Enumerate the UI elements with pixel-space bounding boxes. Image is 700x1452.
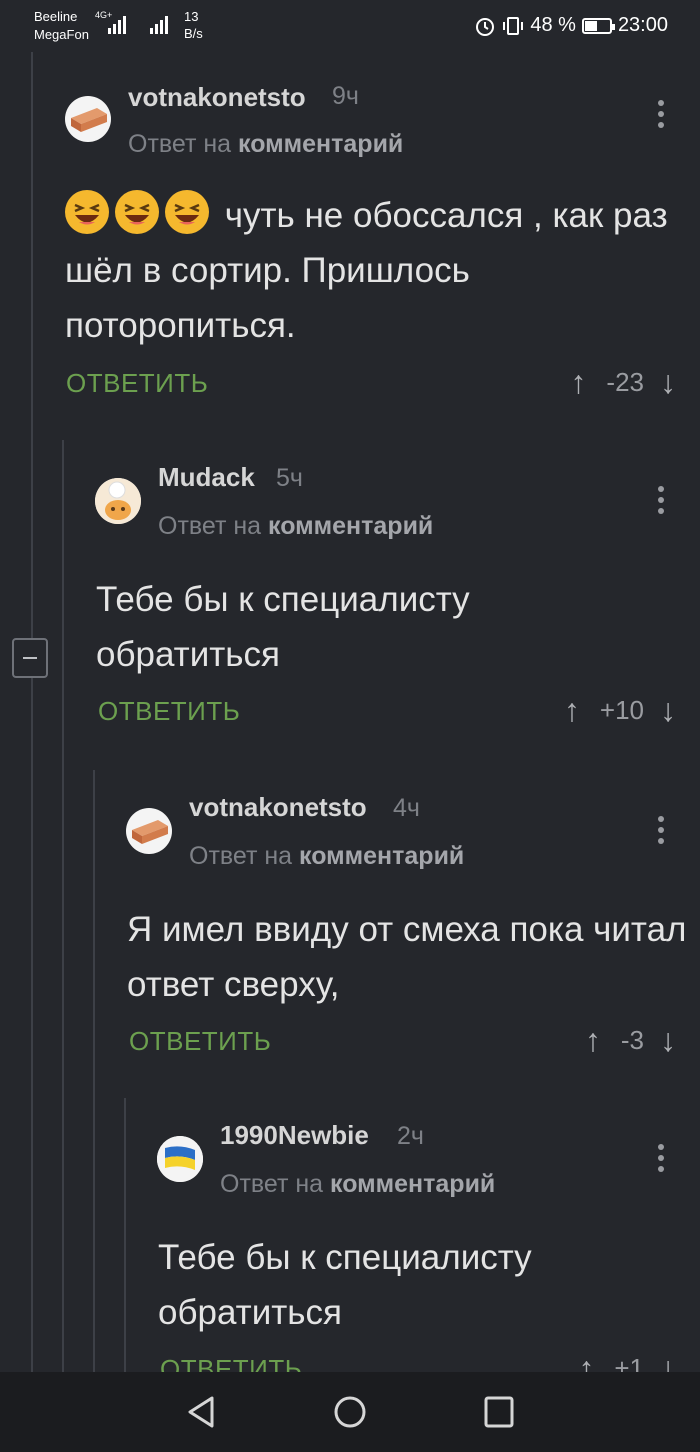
username[interactable]: votnakonetsto bbox=[189, 792, 367, 823]
upvote-arrow-icon[interactable]: ↑ bbox=[570, 364, 586, 401]
cat-chef-avatar-icon bbox=[95, 478, 141, 524]
thread-rail bbox=[124, 1098, 126, 1372]
thread-rail bbox=[31, 52, 33, 1372]
comment: 1990Newbie 2ч Ответ на комментарий Тебе … bbox=[142, 1098, 700, 1372]
username[interactable]: 1990Newbie bbox=[220, 1120, 369, 1151]
vote-controls: ↑ +1 ↓ bbox=[578, 1350, 676, 1372]
carrier-2: MegaFon bbox=[34, 27, 89, 42]
upvote-arrow-icon[interactable]: ↑ bbox=[585, 1022, 601, 1059]
brick-avatar-icon bbox=[132, 820, 168, 844]
reply-to-info[interactable]: Ответ на комментарий bbox=[158, 512, 433, 541]
comment-time: 4ч bbox=[393, 794, 420, 822]
system-nav-bar bbox=[0, 1372, 700, 1452]
username[interactable]: votnakonetsto bbox=[128, 82, 306, 113]
comment-text: чуть не обоссался , как раз шёл в сортир… bbox=[65, 188, 685, 353]
comment-time: 2ч bbox=[397, 1122, 424, 1150]
comment-score: +10 bbox=[599, 695, 644, 725]
network-speed: 13 B/s bbox=[184, 9, 203, 41]
comment-time: 9ч bbox=[332, 82, 359, 110]
status-bar: Beeline MegaFon 4G+ 13 B/s 48 % 23:00 bbox=[0, 0, 700, 52]
home-icon[interactable] bbox=[332, 1394, 368, 1430]
downvote-arrow-icon[interactable]: ↓ bbox=[660, 692, 676, 729]
laughing-emoji-icon bbox=[165, 190, 209, 234]
downvote-arrow-icon[interactable]: ↓ bbox=[660, 364, 676, 401]
vote-controls: ↑ -3 ↓ bbox=[585, 1022, 676, 1059]
more-options-icon[interactable] bbox=[658, 486, 664, 519]
reply-to-info[interactable]: Ответ на комментарий bbox=[220, 1170, 495, 1199]
vibrate-icon bbox=[503, 16, 524, 35]
user-avatar[interactable] bbox=[65, 96, 111, 142]
carrier-names: Beeline MegaFon bbox=[34, 8, 89, 44]
reply-to-info[interactable]: Ответ на комментарий bbox=[128, 130, 403, 159]
thread-rail bbox=[62, 440, 64, 1372]
upvote-arrow-icon[interactable]: ↑ bbox=[564, 692, 580, 729]
user-avatar[interactable] bbox=[126, 808, 172, 854]
vote-controls: ↑ -23 ↓ bbox=[570, 364, 676, 401]
comment-text: Тебе бы к специалисту обратиться bbox=[96, 580, 470, 674]
carrier-1: Beeline bbox=[34, 9, 78, 24]
recent-apps-icon[interactable] bbox=[482, 1394, 516, 1430]
brick-avatar-icon bbox=[71, 108, 107, 132]
alarm-icon bbox=[476, 17, 495, 36]
reply-button[interactable]: ОТВЕТИТЬ bbox=[129, 1026, 271, 1057]
ukraine-flag-avatar-icon bbox=[157, 1136, 203, 1182]
reply-button[interactable]: ОТВЕТИТЬ bbox=[98, 696, 240, 727]
signal-icon bbox=[108, 16, 126, 34]
downvote-arrow-icon[interactable]: ↓ bbox=[660, 1022, 676, 1059]
reply-button[interactable]: ОТВЕТИТЬ bbox=[66, 368, 208, 399]
more-options-icon[interactable] bbox=[658, 1144, 664, 1177]
reply-button[interactable]: ОТВЕТИТЬ bbox=[160, 1354, 302, 1372]
comment: votnakonetsto 4ч Ответ на комментарий Я … bbox=[111, 770, 700, 1090]
user-avatar[interactable] bbox=[95, 478, 141, 524]
comment-score: -3 bbox=[620, 1025, 644, 1055]
status-right: 48 % 23:00 bbox=[474, 14, 668, 37]
comment-text: Я имел ввиду от смеха пока читал ответ с… bbox=[127, 910, 687, 1004]
comment-score: +1 bbox=[614, 1353, 644, 1372]
collapse-thread-button[interactable] bbox=[12, 638, 48, 678]
more-options-icon[interactable] bbox=[658, 816, 664, 849]
battery-icon bbox=[581, 17, 615, 34]
laughing-emoji-icon bbox=[115, 190, 159, 234]
clock: 23:00 bbox=[617, 14, 668, 36]
comment-score: -23 bbox=[606, 367, 644, 397]
thread-rail bbox=[93, 770, 95, 1372]
comment-text: Тебе бы к специалисту обратиться bbox=[158, 1238, 532, 1332]
laughing-emoji-icon bbox=[65, 190, 109, 234]
reply-to-info[interactable]: Ответ на комментарий bbox=[189, 842, 464, 871]
comment-time: 5ч bbox=[276, 464, 303, 492]
more-options-icon[interactable] bbox=[658, 100, 664, 133]
username[interactable]: Mudack bbox=[158, 462, 255, 493]
back-icon[interactable] bbox=[184, 1394, 218, 1430]
comment: Mudack 5ч Ответ на комментарий Тебе бы к… bbox=[80, 440, 700, 760]
battery-percent: 48 % bbox=[530, 14, 576, 36]
upvote-arrow-icon[interactable]: ↑ bbox=[578, 1350, 594, 1372]
comment: votnakonetsto 9ч Ответ на комментарий чу… bbox=[50, 52, 700, 432]
signal-icon-2 bbox=[150, 16, 168, 34]
downvote-arrow-icon[interactable]: ↓ bbox=[660, 1350, 676, 1372]
user-avatar[interactable] bbox=[157, 1136, 203, 1182]
vote-controls: ↑ +10 ↓ bbox=[564, 692, 676, 729]
